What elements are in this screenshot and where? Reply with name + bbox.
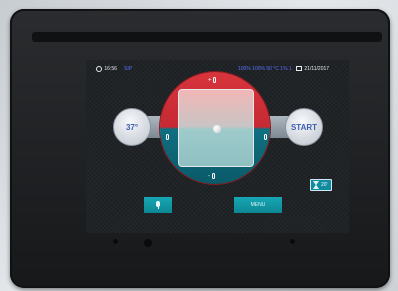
voice-button[interactable] xyxy=(144,197,172,213)
bezel-button-left[interactable] xyxy=(113,239,118,244)
timer-button[interactable]: 20' xyxy=(310,179,332,191)
hourglass-icon xyxy=(313,181,319,189)
start-button[interactable]: START xyxy=(285,108,323,146)
date-text: 21/11/2017 xyxy=(304,66,330,72)
menu-button[interactable]: MENU xyxy=(234,197,282,213)
timer-value: 20' xyxy=(321,182,328,188)
thermometer-icon xyxy=(213,77,217,83)
start-button-label: START xyxy=(290,122,318,132)
increase-temperature-button[interactable]: + xyxy=(208,77,217,84)
thermometer-icon xyxy=(264,134,267,140)
temperature-button[interactable]: 37° xyxy=(113,108,151,146)
decrease-temperature-button[interactable]: - xyxy=(208,173,215,180)
right-thermometer-marker xyxy=(264,134,267,141)
left-thermometer-marker xyxy=(166,134,169,141)
microphone-stand xyxy=(157,207,159,209)
status-info-text: 100% 100% 50 °C 1% 1 xyxy=(238,66,292,72)
clock-display: 16:56 xyxy=(96,64,117,74)
mix-control-pad[interactable] xyxy=(178,89,254,167)
device-top-bezel xyxy=(32,32,382,42)
time-text: 16:56 xyxy=(104,66,117,72)
increase-label: + xyxy=(208,77,212,84)
bezel-button-right[interactable] xyxy=(290,239,295,244)
temperature-button-label: 37° xyxy=(125,122,139,132)
date-display: 21/11/2017 xyxy=(296,64,329,74)
device-frame: 16:56 SIP 100% 100% 50 °C 1% 1 21/11/201… xyxy=(10,9,390,288)
camera-lens xyxy=(144,239,152,247)
pad-handle[interactable] xyxy=(213,125,221,133)
thermometer-icon xyxy=(166,134,169,140)
touch-screen: 16:56 SIP 100% 100% 50 °C 1% 1 21/11/201… xyxy=(86,60,349,233)
thermometer-icon xyxy=(211,173,215,179)
mode-text: SIP xyxy=(124,66,133,72)
clock-icon xyxy=(96,65,102,72)
decrease-label: - xyxy=(208,173,210,180)
menu-button-label: MENU xyxy=(250,202,266,208)
calendar-icon xyxy=(296,66,302,72)
